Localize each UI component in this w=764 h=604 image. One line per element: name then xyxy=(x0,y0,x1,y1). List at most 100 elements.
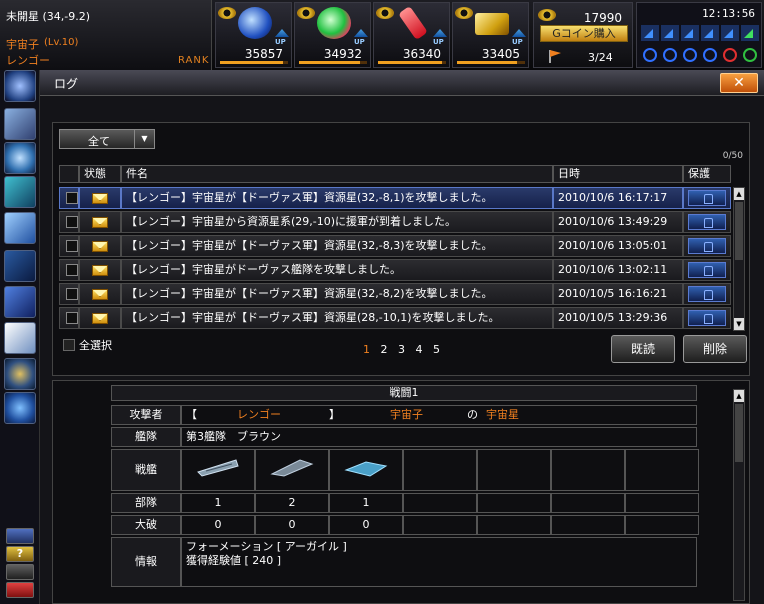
message-scrollbar[interactable]: ▲ ▼ xyxy=(733,187,745,331)
eye-icon xyxy=(297,7,315,19)
table-row[interactable]: 【レンゴー】宇宙星から資源星系(29,-10)に援軍が到着しました。 2010/… xyxy=(59,211,731,233)
mail-icon[interactable] xyxy=(4,322,36,354)
mail-icon xyxy=(92,241,108,252)
table-row[interactable]: 【レンゴー】宇宙星が【ドーヴァス軍】資源星(28,-10,1)を攻撃しました。 … xyxy=(59,307,731,329)
row-checkbox[interactable] xyxy=(66,192,78,204)
rank-button[interactable]: RANK xyxy=(178,55,209,66)
scroll-thumb[interactable] xyxy=(735,404,743,462)
sound-icon[interactable] xyxy=(6,564,34,580)
key-icon[interactable] xyxy=(6,528,34,544)
status-ring-icon[interactable] xyxy=(661,47,679,63)
status-arrow-icon[interactable] xyxy=(681,25,699,41)
delete-button[interactable]: 削除 xyxy=(683,335,747,363)
page-link[interactable]: 4 xyxy=(416,343,423,356)
scroll-up-icon[interactable]: ▲ xyxy=(734,390,744,402)
message-subject[interactable]: 【レンゴー】宇宙星から資源星系(29,-10)に援軍が到着しました。 xyxy=(121,211,553,233)
power-icon[interactable] xyxy=(6,582,34,598)
page-link[interactable]: 1 xyxy=(363,343,370,356)
scroll-down-icon[interactable]: ▼ xyxy=(734,318,744,330)
pagination: 1 2 3 4 5 xyxy=(363,343,447,356)
filter-select[interactable]: 全て ▼ xyxy=(59,129,155,149)
unit-count: 2 xyxy=(255,493,329,513)
status-arrow-icon[interactable] xyxy=(741,25,759,41)
mark-read-button[interactable]: 既読 xyxy=(611,335,675,363)
lock-icon[interactable] xyxy=(688,310,726,326)
window-title: ログ xyxy=(54,77,79,91)
battle-report-panel: 戦闘1 攻撃者 【 レンゴー 】 宇宙子 の宇宙星 艦隊 第3艦隊 ブラウン 戦艦 部隊… xyxy=(52,380,750,604)
destroyed-count xyxy=(403,515,477,535)
page-link[interactable]: 2 xyxy=(381,343,388,356)
row-checkbox[interactable] xyxy=(66,240,78,252)
planet-icon[interactable] xyxy=(4,70,36,102)
lock-icon[interactable] xyxy=(688,190,726,206)
status-ring-icon[interactable] xyxy=(701,47,719,63)
log-window: ログ ✕ 全て ▼ 0/50 状態 件名 日時 保護 【レンゴー】宇宙星が【ドー… xyxy=(40,70,764,604)
message-subject[interactable]: 【レンゴー】宇宙星が【ドーヴァス軍】資源星(32,-8,1)を攻撃しました。 xyxy=(121,187,553,209)
mail-icon xyxy=(92,313,108,324)
status-ring-icon[interactable] xyxy=(641,47,659,63)
eye-icon xyxy=(376,7,394,19)
character-icon[interactable] xyxy=(4,142,36,174)
top-bar: 未開星 (34,-9.2) 宇宙子 (Lv.10) レンゴー RANK UP 3… xyxy=(0,0,764,70)
chevron-down-icon[interactable]: ▼ xyxy=(134,130,154,148)
attacker-planet: 宇宙星 xyxy=(486,408,519,421)
gold-upgrade-button[interactable]: UP xyxy=(512,29,526,46)
page-link[interactable]: 3 xyxy=(398,343,405,356)
message-subject[interactable]: 【レンゴー】宇宙星が【ドーヴァス軍】資源星(32,-8,3)を攻撃しました。 xyxy=(121,235,553,257)
player-panel: 未開星 (34,-9.2) 宇宙子 (Lv.10) レンゴー RANK xyxy=(0,0,212,70)
table-row[interactable]: 【レンゴー】宇宙星がドーヴァス艦隊を攻撃しました。 2010/10/6 13:0… xyxy=(59,259,731,281)
help-icon[interactable]: ? xyxy=(6,546,34,562)
page-link[interactable]: 5 xyxy=(433,343,440,356)
row-checkbox[interactable] xyxy=(66,264,78,276)
grid-icon[interactable] xyxy=(4,286,36,318)
message-subject[interactable]: 【レンゴー】宇宙星がドーヴァス艦隊を攻撃しました。 xyxy=(121,259,553,281)
status-ring-icon[interactable] xyxy=(721,47,739,63)
row-checkbox[interactable] xyxy=(66,288,78,300)
row-checkbox[interactable] xyxy=(66,312,78,324)
status-arrow-icon[interactable] xyxy=(661,25,679,41)
table-row[interactable]: 【レンゴー】宇宙星が【ドーヴァス軍】資源星(32,-8,1)を攻撃しました。 2… xyxy=(59,187,731,209)
fuel-upgrade-button[interactable]: UP xyxy=(433,29,447,46)
lock-icon[interactable] xyxy=(688,238,726,254)
status-ring-icon[interactable] xyxy=(681,47,699,63)
status-ring-icon[interactable] xyxy=(741,47,759,63)
status-arrow-icon[interactable] xyxy=(701,25,719,41)
status-arrow-icon[interactable] xyxy=(641,25,659,41)
mail-icon xyxy=(92,217,108,228)
message-subject[interactable]: 【レンゴー】宇宙星が【ドーヴァス軍】資源星(32,-8,2)を攻撃しました。 xyxy=(121,283,553,305)
shield-icon[interactable] xyxy=(4,176,36,208)
select-all[interactable]: 全選択 xyxy=(63,337,112,353)
eye-icon xyxy=(538,9,556,21)
message-date: 2010/10/6 16:17:17 xyxy=(553,187,683,209)
chart-icon[interactable] xyxy=(4,250,36,282)
emblem-icon[interactable] xyxy=(4,358,36,390)
row-checkbox[interactable] xyxy=(66,216,78,228)
scroll-thumb[interactable] xyxy=(735,202,743,260)
table-row[interactable]: 【レンゴー】宇宙星が【ドーヴァス軍】資源星(32,-8,2)を攻撃しました。 2… xyxy=(59,283,731,305)
message-subject[interactable]: 【レンゴー】宇宙星が【ドーヴァス軍】資源星(28,-10,1)を攻撃しました。 xyxy=(121,307,553,329)
buy-coins-button[interactable]: Gコイン購入 xyxy=(540,25,628,42)
status-arrow-icon[interactable] xyxy=(721,25,739,41)
unit-count xyxy=(403,493,477,513)
message-date: 2010/10/5 16:16:21 xyxy=(553,283,683,305)
energy-upgrade-button[interactable]: UP xyxy=(354,29,368,46)
ship-slot xyxy=(551,449,625,491)
ship-icon[interactable] xyxy=(4,108,36,140)
unit-count xyxy=(625,493,699,513)
scroll-up-icon[interactable]: ▲ xyxy=(734,188,744,200)
settings-icon[interactable] xyxy=(4,392,36,424)
lock-icon[interactable] xyxy=(688,286,726,302)
crystal-upgrade-button[interactable]: UP xyxy=(275,29,289,46)
lock-icon[interactable] xyxy=(688,262,726,278)
select-all-checkbox[interactable] xyxy=(63,339,75,351)
fuel-value: 36340 xyxy=(402,47,441,61)
lock-icon[interactable] xyxy=(688,214,726,230)
battle-scrollbar[interactable]: ▲ xyxy=(733,389,745,601)
close-button[interactable]: ✕ xyxy=(720,73,758,93)
select-all-label: 全選択 xyxy=(79,339,112,352)
table-row[interactable]: 【レンゴー】宇宙星が【ドーヴァス軍】資源星(32,-8,3)を攻撃しました。 2… xyxy=(59,235,731,257)
fleet-icon[interactable] xyxy=(4,212,36,244)
message-date: 2010/10/6 13:49:29 xyxy=(553,211,683,233)
warship-icon xyxy=(197,459,239,477)
protect-column-header: 保護 xyxy=(683,165,731,183)
